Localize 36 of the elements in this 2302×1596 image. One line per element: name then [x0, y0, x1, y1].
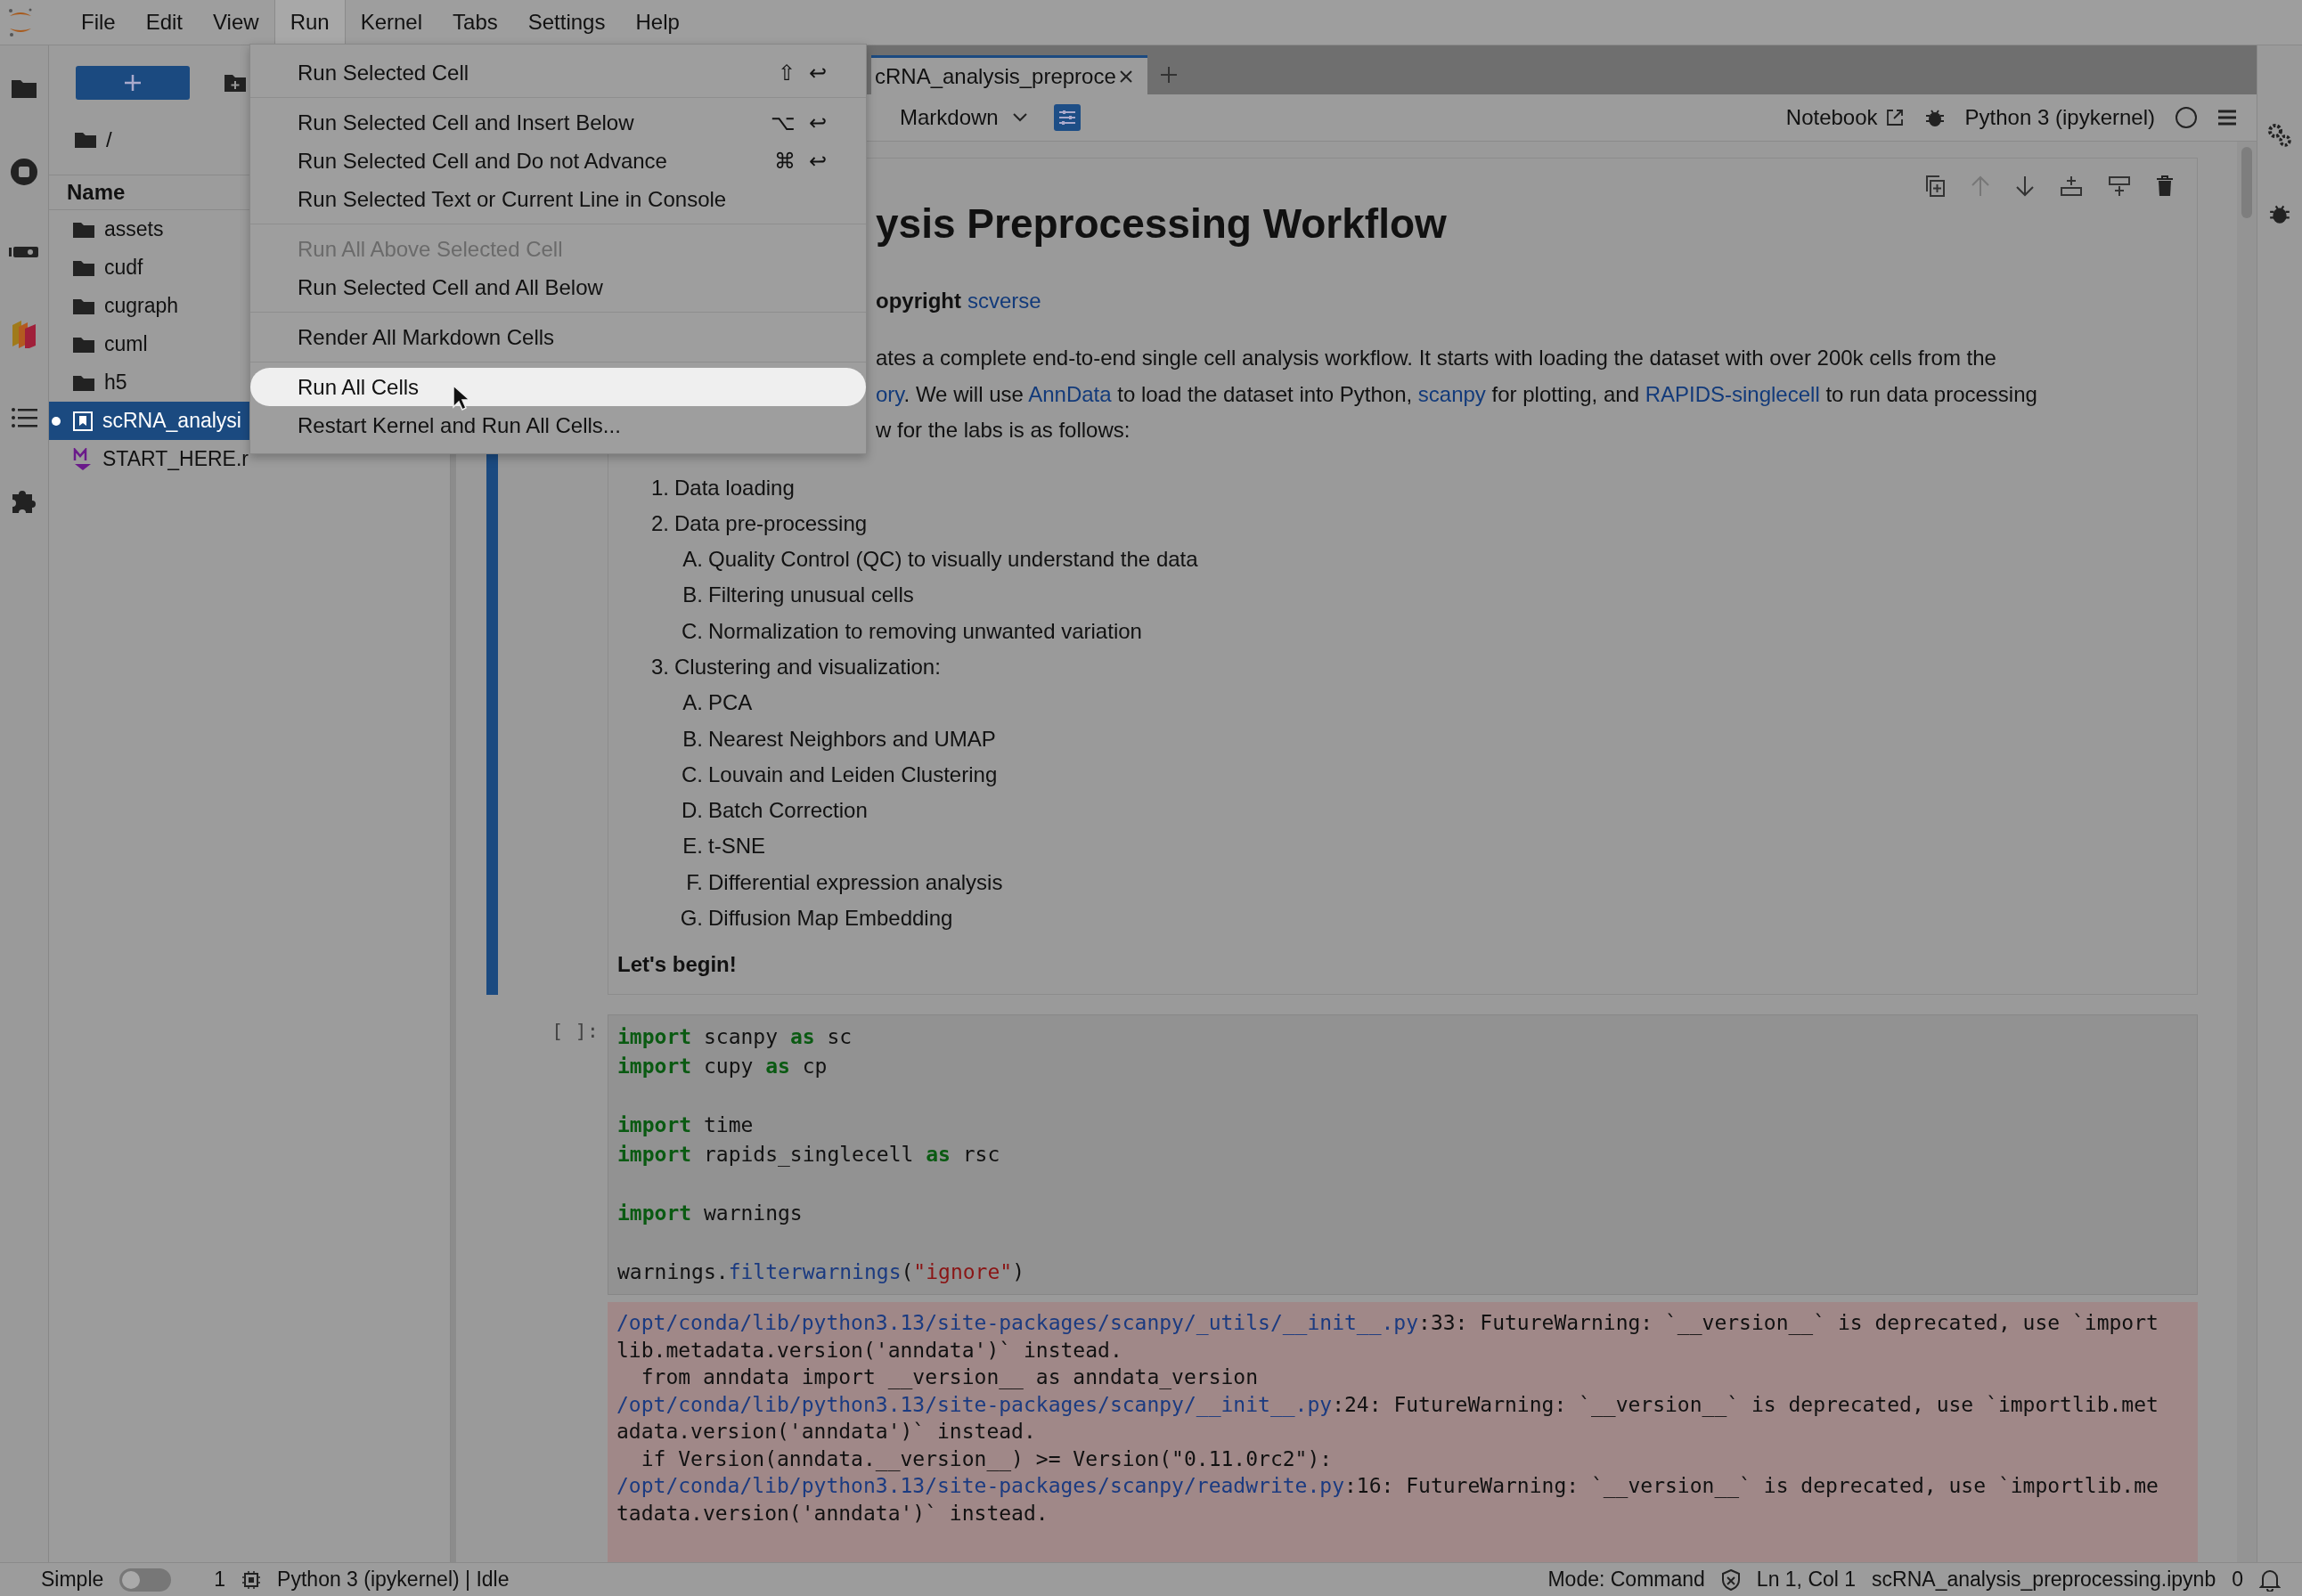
paragraph-line: ory. We will use AnnData to load the dataset into Python, scanpy for plotting, and RAPIDS-singlecell to run data processing: [876, 380, 2038, 408]
output-line: adata.version('anndata')` instead.: [616, 1419, 1037, 1445]
list-item: A. Quality Control (QC) to visually understand the data: [682, 546, 1199, 574]
output-line: from anndata import __version__ as anndata_version: [640, 1364, 1260, 1391]
list-item: B. Filtering unusual cells: [682, 582, 915, 609]
list-item: D. Batch Correction: [681, 797, 869, 825]
paragraph-line: ates a complete end-to-end single cell analysis workflow. It starts with loading the dataset with over 200k cells from the: [876, 345, 1997, 371]
list-item: 2. Data pre-processing: [650, 509, 869, 537]
list-item: 3. Clustering and visualization:: [650, 654, 942, 680]
output-line: tadata.version('anndata')` instead.: [616, 1500, 1049, 1527]
code-line: import cupy as cp: [617, 1054, 829, 1079]
output-line: /opt/conda/lib/python3.13/site-packages/scanpy/_utils/__init__.py:33: FutureWarning: `__version__` is deprecated, use `import: [616, 1310, 2159, 1337]
code-line: warnings.filterwarnings("ignore"): [617, 1259, 1025, 1285]
mode-label: Simple: [41, 1568, 104, 1592]
code-line: import scanpy as sc: [617, 1024, 853, 1050]
execution-prompt: [ ]:: [551, 1019, 600, 1044]
output-line: /opt/conda/lib/python3.13/site-packages/scanpy/readwrite.py:16: FutureWarning: `__version__` is deprecated, use `importlib.me: [616, 1473, 2159, 1500]
output-line: if Version(anndata.__version__) >= Version("0.11.0rc2"):: [640, 1445, 1334, 1472]
list-item: E. t-SNE: [682, 833, 766, 860]
copyright-line: opyright scverse: [876, 288, 1042, 314]
list-item: C. Normalization to removing unwanted variation: [681, 617, 1143, 645]
list-item: F. Differential expression analysis: [685, 868, 1004, 896]
notebook-heading: ysis Preprocessing Workflow: [876, 200, 1447, 248]
output-line: /opt/conda/lib/python3.13/site-packages/scanpy/__init__.py:24: FutureWarning: `__version__` is deprecated, use `importlib.met: [616, 1391, 2159, 1418]
list-item: A. PCA: [682, 689, 754, 717]
closing-text: Let's begin!: [617, 951, 738, 979]
code-line: import time: [617, 1112, 755, 1138]
file-name: scRNA_analysis_preprocessing.ipynb: [1872, 1568, 2216, 1592]
list-item: B. Nearest Neighbors and UMAP: [682, 725, 997, 753]
list-item: C. Louvain and Leiden Clustering: [681, 761, 999, 788]
paragraph-line: w for the labs is as follows:: [876, 417, 1131, 444]
output-line: lib.metadata.version('anndata')` instead.: [616, 1337, 1123, 1364]
list-item: 1. Data loading: [650, 474, 796, 501]
list-item: G. Diffusion Map Embedding: [679, 905, 954, 932]
code-line: import rapids_singlecell as rsc: [617, 1142, 1001, 1168]
code-line: import warnings: [617, 1201, 804, 1226]
